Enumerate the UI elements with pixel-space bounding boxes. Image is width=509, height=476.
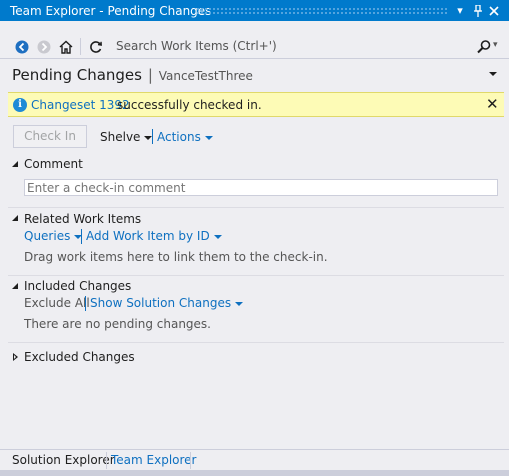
notification-message: successfully checked in.: [117, 98, 262, 112]
info-icon: i: [13, 98, 27, 112]
toolbar-separator: [152, 129, 153, 144]
changeset-link[interactable]: Changeset 1392: [31, 98, 130, 112]
section-divider: [8, 207, 504, 208]
navbar-divider: [0, 58, 509, 59]
close-window-icon[interactable]: [486, 3, 502, 19]
refresh-icon[interactable]: [88, 39, 104, 55]
expand-excluded-changes-icon[interactable]: [13, 353, 18, 361]
section-divider: [8, 342, 504, 343]
chevron-down-icon: [235, 301, 244, 306]
show-solution-changes-label: Show Solution Changes: [90, 296, 232, 310]
status-bar: [0, 470, 509, 476]
related-work-items-hint: Drag work items here to link them to the…: [24, 250, 328, 264]
section-divider: [8, 275, 504, 276]
add-work-item-by-id-label: Add Work Item by ID: [86, 229, 210, 243]
search-options-icon[interactable]: ▾: [493, 40, 498, 50]
actions-menu[interactable]: Actions: [157, 130, 213, 144]
add-work-item-by-id-dropdown[interactable]: Add Work Item by ID: [86, 229, 222, 243]
link-separator: [85, 296, 86, 311]
collapse-included-changes-icon[interactable]: [12, 283, 18, 289]
back-icon[interactable]: [14, 39, 30, 55]
check-in-comment-input[interactable]: [24, 179, 498, 196]
notification-bar: i Changeset 1392 successfully checked in…: [8, 92, 504, 117]
navigation-bar: Search Work Items (Ctrl+') ▾: [0, 35, 509, 58]
window-dropdown-icon[interactable]: ▾: [452, 3, 468, 19]
tab-separator: [106, 452, 107, 469]
no-pending-changes-text: There are no pending changes.: [24, 317, 211, 331]
window-title: Team Explorer - Pending Changes: [10, 4, 212, 18]
close-notification-icon[interactable]: ✕: [486, 95, 499, 113]
page-menu-chevron-down-icon[interactable]: [489, 72, 497, 76]
forward-icon[interactable]: [36, 39, 52, 55]
home-icon[interactable]: [58, 39, 74, 55]
exclude-all-link[interactable]: Exclude All: [24, 296, 90, 310]
chevron-down-icon: [204, 135, 213, 140]
excluded-changes-title[interactable]: Excluded Changes: [24, 350, 135, 364]
link-separator: [81, 229, 82, 244]
check-in-button[interactable]: Check In: [13, 125, 87, 148]
search-work-items-input[interactable]: Search Work Items (Ctrl+'): [116, 39, 277, 53]
related-work-items-title[interactable]: Related Work Items: [24, 212, 141, 226]
show-solution-changes-dropdown[interactable]: Show Solution Changes: [90, 296, 244, 310]
comment-section-title[interactable]: Comment: [24, 157, 83, 171]
title-bar-grip: [196, 7, 447, 15]
search-icon[interactable]: [476, 39, 492, 55]
tab-solution-explorer[interactable]: Solution Explorer: [12, 452, 115, 470]
shelve-label: Shelve: [100, 130, 141, 144]
tab-separator: [190, 452, 191, 469]
workspace-name[interactable]: VanceTestThree: [159, 69, 253, 83]
tab-team-explorer[interactable]: Team Explorer: [111, 452, 197, 470]
collapse-comment-icon[interactable]: [12, 161, 18, 167]
actions-label: Actions: [157, 130, 201, 144]
nav-separator: [80, 38, 81, 55]
included-changes-title[interactable]: Included Changes: [24, 279, 131, 293]
queries-dropdown[interactable]: Queries: [24, 229, 70, 243]
tab-strip-border: [0, 449, 509, 450]
chevron-down-icon: [213, 234, 222, 239]
related-work-items-links: Queries: [24, 229, 83, 243]
header-separator: |: [147, 66, 153, 84]
window-title-bar[interactable]: Team Explorer - Pending Changes ▾: [0, 0, 509, 21]
collapse-related-work-items-icon[interactable]: [12, 215, 18, 221]
shelve-button[interactable]: Shelve: [100, 130, 153, 144]
pin-icon[interactable]: [470, 3, 486, 19]
page-header: Pending Changes | VanceTestThree: [12, 66, 253, 88]
page-title: Pending Changes: [12, 66, 142, 84]
